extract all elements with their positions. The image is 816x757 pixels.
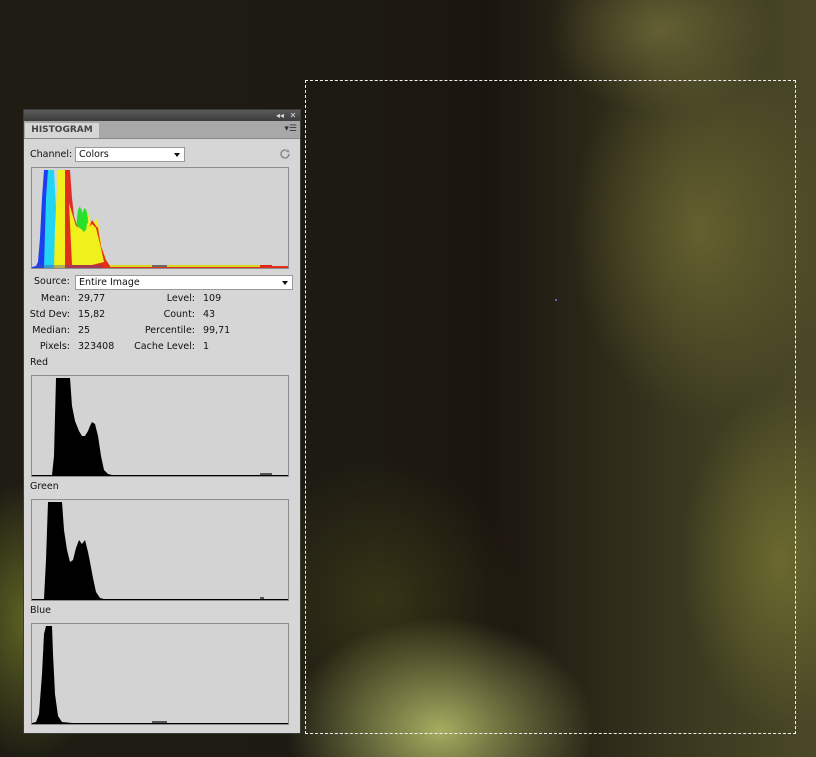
cache-level-label: Cache Level: <box>134 341 195 352</box>
channel-select[interactable]: Colors <box>75 147 185 162</box>
mean-label: Mean: <box>40 293 70 304</box>
pixels-label: Pixels: <box>39 341 70 352</box>
red-channel-label: Red <box>30 357 49 368</box>
source-select[interactable]: Entire Image <box>75 275 293 290</box>
chevron-down-icon <box>282 281 288 285</box>
source-label: Source: <box>34 276 70 287</box>
source-select-value: Entire Image <box>79 277 140 288</box>
collapse-panel-icon[interactable]: ◂◂ <box>274 110 286 121</box>
panel-menu-icon[interactable]: ▾☰ <box>284 124 297 134</box>
close-icon[interactable]: ✕ <box>287 110 299 121</box>
count-value: 43 <box>203 309 216 320</box>
chevron-down-icon <box>174 153 180 157</box>
stddev-value: 15,82 <box>78 309 106 320</box>
percentile-label: Percentile: <box>144 325 195 336</box>
canvas-pixel-marker <box>555 299 557 301</box>
pixels-value: 323408 <box>78 341 115 352</box>
colors-histogram[interactable] <box>31 167 289 269</box>
level-label: Level: <box>166 293 195 304</box>
panel-tab-row: HISTOGRAM ▾☰ <box>24 121 300 139</box>
channel-select-value: Colors <box>79 149 109 160</box>
cache-level-value: 1 <box>203 341 210 352</box>
green-histogram-graph <box>32 502 288 600</box>
histogram-panel: ◂◂ ✕ HISTOGRAM ▾☰ Channel: Colors Source… <box>23 109 301 734</box>
tab-histogram[interactable]: HISTOGRAM <box>25 123 99 138</box>
blue-histogram-graph <box>32 626 288 724</box>
channel-label: Channel: <box>30 149 73 160</box>
marquee-selection[interactable] <box>305 80 796 734</box>
refresh-icon[interactable] <box>279 148 291 160</box>
median-value: 25 <box>78 325 91 336</box>
green-channel-label: Green <box>30 481 59 492</box>
percentile-value: 99,71 <box>203 325 231 336</box>
level-value: 109 <box>203 293 222 304</box>
stddev-label: Std Dev: <box>29 309 70 320</box>
median-label: Median: <box>32 325 70 336</box>
red-histogram[interactable] <box>31 375 289 477</box>
blue-histogram[interactable] <box>31 623 289 725</box>
green-histogram[interactable] <box>31 499 289 601</box>
red-histogram-graph <box>32 378 288 476</box>
colors-histogram-graph <box>32 170 288 268</box>
mean-value: 29,77 <box>78 293 106 304</box>
panel-title-bar[interactable]: ◂◂ ✕ <box>24 110 300 121</box>
blue-channel-label: Blue <box>30 605 52 616</box>
count-label: Count: <box>163 309 195 320</box>
